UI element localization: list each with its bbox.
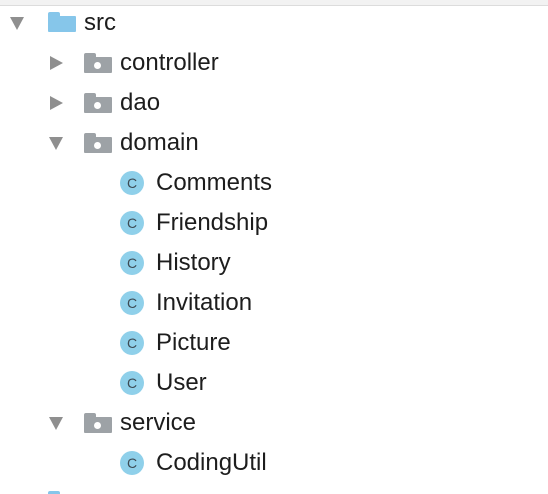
tree-node-class[interactable]: C User: [0, 363, 548, 403]
java-class-icon: C: [120, 451, 144, 475]
tree-node-label: Comments: [156, 169, 273, 196]
chevron-down-icon[interactable]: [49, 137, 63, 150]
tree-node-label: Friendship: [156, 209, 269, 236]
java-class-icon: C: [120, 251, 144, 275]
tree-node-label: Picture: [156, 329, 231, 356]
tree-node-class[interactable]: C Invitation: [0, 283, 548, 323]
tree-node-controller[interactable]: controller: [0, 43, 548, 83]
tree-node-label: src: [84, 9, 116, 36]
package-folder-icon: [84, 93, 112, 113]
tree-node-class[interactable]: C Friendship: [0, 203, 548, 243]
tree-node-label: dao: [120, 89, 161, 116]
chevron-right-icon[interactable]: [50, 96, 63, 110]
source-folder-icon: [48, 12, 76, 32]
tree-node-domain[interactable]: domain: [0, 123, 548, 163]
chevron-down-icon[interactable]: [10, 17, 24, 30]
tree-node-label: controller: [120, 49, 219, 76]
tree-node-class[interactable]: C CodingUtil: [0, 443, 548, 483]
java-class-icon: C: [120, 331, 144, 355]
package-folder-icon: [84, 413, 112, 433]
java-class-icon: C: [120, 171, 144, 195]
tree-node-partial[interactable]: [0, 483, 548, 494]
project-tree: src controller dao domain C Comments C F…: [0, 0, 548, 494]
tree-node-label: service: [120, 409, 197, 436]
package-folder-icon: [84, 53, 112, 73]
chevron-right-icon[interactable]: [50, 56, 63, 70]
java-class-icon: C: [120, 291, 144, 315]
package-folder-icon: [84, 133, 112, 153]
tree-node-src[interactable]: src: [0, 3, 548, 43]
java-class-icon: C: [120, 211, 144, 235]
java-class-icon: C: [120, 371, 144, 395]
tree-node-dao[interactable]: dao: [0, 83, 548, 123]
tree-node-label: Invitation: [156, 289, 253, 316]
chevron-down-icon[interactable]: [49, 417, 63, 430]
tree-node-service[interactable]: service: [0, 403, 548, 443]
tree-node-class[interactable]: C Comments: [0, 163, 548, 203]
tree-node-class[interactable]: C Picture: [0, 323, 548, 363]
tree-node-label: domain: [120, 129, 199, 156]
tree-node-label: CodingUtil: [156, 449, 267, 476]
tree-node-class[interactable]: C History: [0, 243, 548, 283]
tree-node-label: User: [156, 369, 207, 396]
tree-node-label: History: [156, 249, 231, 276]
